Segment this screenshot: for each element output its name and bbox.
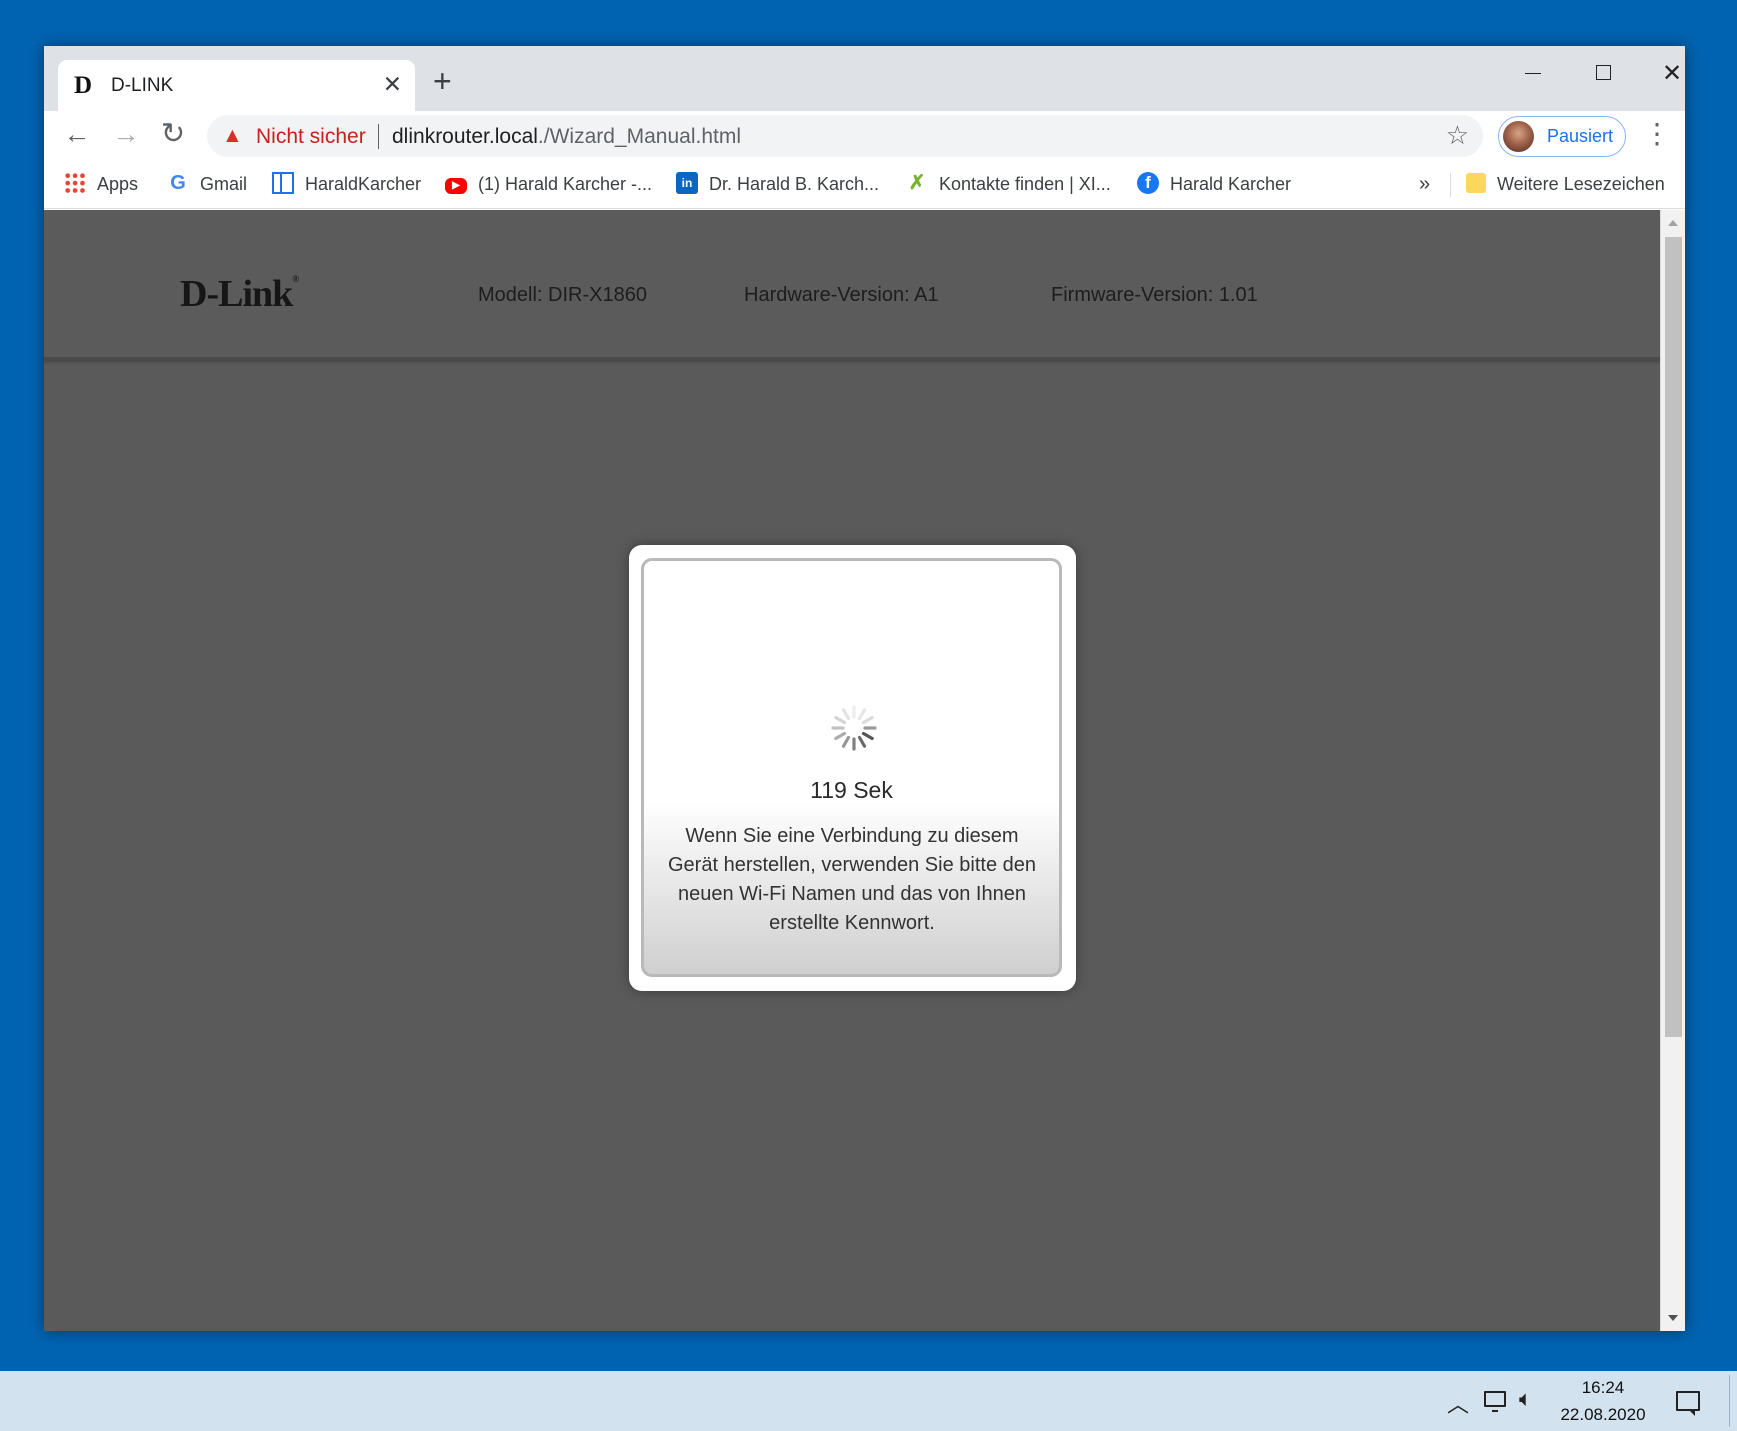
youtube-icon: ▶ (445, 178, 467, 195)
registered-mark: ® (292, 274, 299, 284)
d-link-logo: D-Link® (180, 272, 299, 316)
bookmark-label: Weitere Lesezeichen (1497, 174, 1665, 194)
forward-button[interactable]: → (108, 117, 144, 153)
progress-dialog: 119 Sek Wenn Sie eine Verbindung zu dies… (629, 545, 1076, 991)
back-button[interactable]: ← (59, 117, 95, 153)
url-text[interactable]: dlinkrouter.local./Wizard_Manual.html (392, 125, 741, 149)
other-bookmarks-folder[interactable]: Weitere Lesezeichen (1466, 170, 1665, 198)
bookmark-star-icon[interactable]: ☆ (1446, 121, 1469, 149)
address-bar[interactable]: ▲ Nicht sicher dlinkrouter.local./Wizard… (207, 115, 1483, 157)
google-icon: G (170, 172, 186, 195)
firmware-version-info: Firmware-Version: 1.01 (1051, 284, 1258, 306)
bookmark-label: Gmail (200, 174, 248, 194)
scroll-up-arrow-icon[interactable] (1668, 220, 1678, 226)
bookmark-gmail[interactable]: G Gmail (167, 170, 247, 198)
progress-dialog-body: 119 Sek Wenn Sie eine Verbindung zu dies… (641, 558, 1062, 977)
browser-toolbar: ← → ↻ ▲ Nicht sicher dlinkrouter.local./… (44, 111, 1685, 161)
profile-button[interactable]: Pausiert (1498, 116, 1626, 157)
browser-window: D D-LINK ✕ + ✕ ← → ↻ ▲ Nicht sicher dlin… (44, 46, 1685, 1331)
tab-d-link[interactable]: D D-LINK ✕ (58, 60, 415, 111)
xing-icon: ✗ (908, 172, 926, 195)
router-header: D-Link® Modell: DIR-X1860 Hardware-Versi… (44, 210, 1660, 360)
bookmark-apps[interactable]: Apps (64, 170, 138, 198)
url-host: dlinkrouter.local (392, 125, 538, 148)
avatar (1503, 121, 1534, 152)
bookmark-label: HaraldKarcher (305, 174, 422, 194)
action-center-icon[interactable] (1676, 1391, 1700, 1416)
close-tab-icon[interactable]: ✕ (383, 71, 402, 97)
apps-grid-icon (64, 172, 86, 195)
scroll-down-arrow-icon[interactable] (1668, 1315, 1678, 1321)
dialog-message: Wenn Sie eine Verbindung zu diesem Gerät… (668, 825, 1036, 934)
show-hidden-icons-icon[interactable]: ︿ (1447, 1387, 1469, 1419)
maximize-button[interactable] (1579, 54, 1627, 94)
url-path: ./Wizard_Manual.html (537, 125, 741, 148)
warning-icon: ▲ (222, 124, 243, 147)
bookmark-haraldkarcher[interactable]: HaraldKarcher (272, 170, 421, 198)
network-icon[interactable] (1484, 1391, 1506, 1412)
model-info: Modell: DIR-X1860 (478, 284, 647, 306)
windows-taskbar: ︿ 🔈︎ 16:24 22.08.2020 (0, 1371, 1737, 1431)
bookmark-label: Kontakte finden | XI... (939, 174, 1111, 194)
loading-spinner-icon (831, 705, 877, 751)
bookmark-label: (1) Harald Karcher -... (478, 174, 653, 194)
tab-title: D-LINK (111, 75, 174, 96)
minimize-button[interactable] (1509, 54, 1557, 94)
vertical-scrollbar[interactable] (1660, 210, 1685, 1331)
close-window-button[interactable]: ✕ (1648, 54, 1685, 94)
profile-status: Pausiert (1547, 126, 1614, 146)
address-separator (378, 124, 379, 149)
linkedin-icon: in (676, 172, 698, 195)
kebab-menu-icon[interactable]: ⋮ (1643, 117, 1671, 151)
bookmark-label: Dr. Harald B. Karch... (709, 174, 880, 194)
reload-button[interactable]: ↻ (155, 117, 191, 153)
logo-text: D-Link (180, 273, 293, 315)
scrollbar-thumb[interactable] (1665, 237, 1682, 1037)
new-tab-button[interactable]: + (433, 65, 452, 97)
bookmark-label: Apps (97, 174, 139, 194)
countdown-timer: 119 Sek (810, 777, 893, 803)
bookmarks-overflow-button[interactable]: » (1419, 170, 1430, 198)
volume-icon[interactable]: 🔈︎ (1519, 1386, 1532, 1412)
folder-icon (1466, 173, 1486, 194)
site-layout-icon (272, 172, 294, 195)
tab-strip: D D-LINK ✕ + ✕ (44, 46, 1685, 111)
facebook-icon: f (1137, 172, 1159, 195)
bookmark-xing[interactable]: ✗ Kontakte finden | XI... (906, 170, 1111, 198)
clock-time[interactable]: 16:24 (1550, 1378, 1656, 1398)
bookmarks-bar: Apps G Gmail HaraldKarcher ▶ (1) Harald Ka… (44, 161, 1685, 209)
show-desktop-divider[interactable] (1729, 1375, 1730, 1427)
hardware-version-info: Hardware-Version: A1 (744, 284, 939, 306)
page-viewport: D-Link® Modell: DIR-X1860 Hardware-Versi… (44, 210, 1660, 1331)
clock-date[interactable]: 22.08.2020 (1550, 1405, 1656, 1425)
d-link-favicon-icon: D (74, 72, 93, 99)
bookmark-linkedin[interactable]: in Dr. Harald B. Karch... (676, 170, 879, 198)
bookmark-label: Harald Karcher (1170, 174, 1292, 194)
bookmark-facebook[interactable]: f Harald Karcher (1137, 170, 1291, 198)
bookmarks-separator (1450, 173, 1451, 197)
bookmark-youtube[interactable]: ▶ (1) Harald Karcher -... (445, 170, 652, 198)
security-label[interactable]: Nicht sicher (256, 125, 366, 149)
